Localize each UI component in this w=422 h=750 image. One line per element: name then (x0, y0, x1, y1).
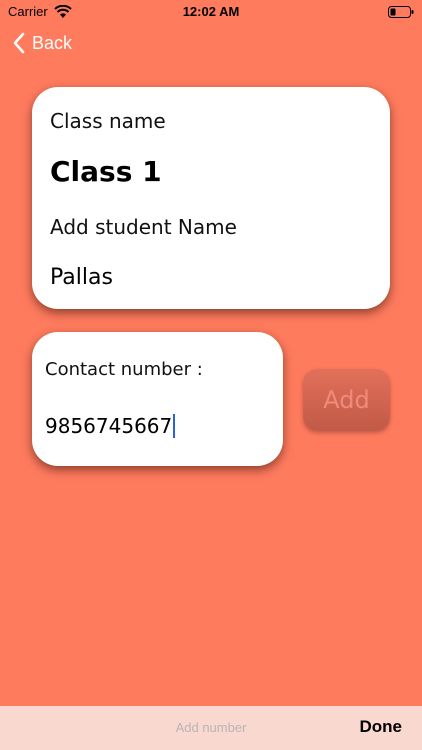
back-button[interactable]: Back (12, 32, 72, 54)
status-bar: Carrier 12:02 AM (0, 0, 422, 24)
contact-number-label: Contact number : (45, 359, 203, 380)
add-button[interactable]: Add (303, 369, 390, 431)
status-time: 12:02 AM (182, 4, 240, 19)
class-name-value: Class 1 (50, 155, 162, 188)
contact-number-value: 9856745667 (45, 414, 173, 438)
class-card: Class name Class 1 Add student Name Pall… (32, 87, 390, 309)
keyboard-toolbar: Add number Done (0, 706, 422, 750)
student-name-label: Add student Name (50, 215, 237, 239)
chevron-left-icon (13, 32, 25, 54)
contact-number-field[interactable]: 9856745667 (45, 414, 176, 438)
text-caret (173, 414, 176, 438)
student-name-field[interactable]: Pallas (50, 265, 113, 290)
class-name-label: Class name (50, 109, 166, 133)
back-label: Back (32, 32, 73, 53)
contact-card: Contact number : 9856745667 (32, 332, 283, 466)
done-button[interactable]: Done (360, 717, 403, 737)
battery-icon (388, 6, 414, 18)
